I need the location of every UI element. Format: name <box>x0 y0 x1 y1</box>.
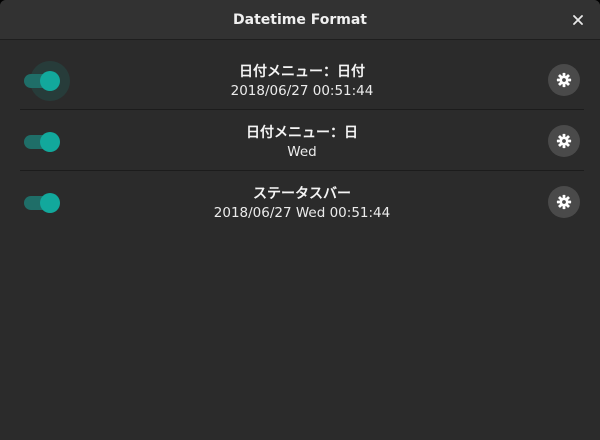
window-title: Datetime Format <box>233 11 367 28</box>
settings-button[interactable] <box>548 186 580 218</box>
row-title: ステータスバー <box>253 186 351 202</box>
gear-icon <box>556 72 572 88</box>
enable-toggle[interactable] <box>24 130 60 152</box>
settings-button[interactable] <box>548 125 580 157</box>
row-texts: ステータスバー 2018/06/27 Wed 00:51:44 <box>80 184 524 223</box>
row-title: 日付メニュー：日 <box>246 125 358 141</box>
close-icon <box>573 15 583 25</box>
format-row-date-menu-day: 日付メニュー：日 Wed <box>20 110 584 171</box>
format-row-status-bar: ステータスバー 2018/06/27 Wed 00:51:44 <box>20 171 584 232</box>
gear-icon <box>556 194 572 210</box>
toggle-thumb <box>40 193 60 213</box>
titlebar: Datetime Format <box>0 0 600 40</box>
row-texts: 日付メニュー：日付 2018/06/27 00:51:44 <box>80 62 524 101</box>
gear-icon <box>556 133 572 149</box>
row-value: 2018/06/27 00:51:44 <box>230 83 374 99</box>
row-title: 日付メニュー：日付 <box>239 64 365 80</box>
toggle-thumb <box>40 132 60 152</box>
row-value: Wed <box>287 144 317 160</box>
enable-toggle[interactable] <box>24 61 70 101</box>
enable-toggle[interactable] <box>24 191 60 213</box>
close-button[interactable] <box>568 10 588 30</box>
format-list: 日付メニュー：日付 2018/06/27 00:51:44 日付メニュー：日 W… <box>20 49 584 232</box>
row-value: 2018/06/27 Wed 00:51:44 <box>213 205 391 221</box>
row-texts: 日付メニュー：日 Wed <box>80 123 524 162</box>
datetime-format-window: Datetime Format 日付メニュー：日付 2018/06/27 00:… <box>0 0 600 440</box>
format-row-date-menu-date: 日付メニュー：日付 2018/06/27 00:51:44 <box>20 49 584 110</box>
settings-button[interactable] <box>548 64 580 96</box>
toggle-thumb <box>40 71 60 91</box>
